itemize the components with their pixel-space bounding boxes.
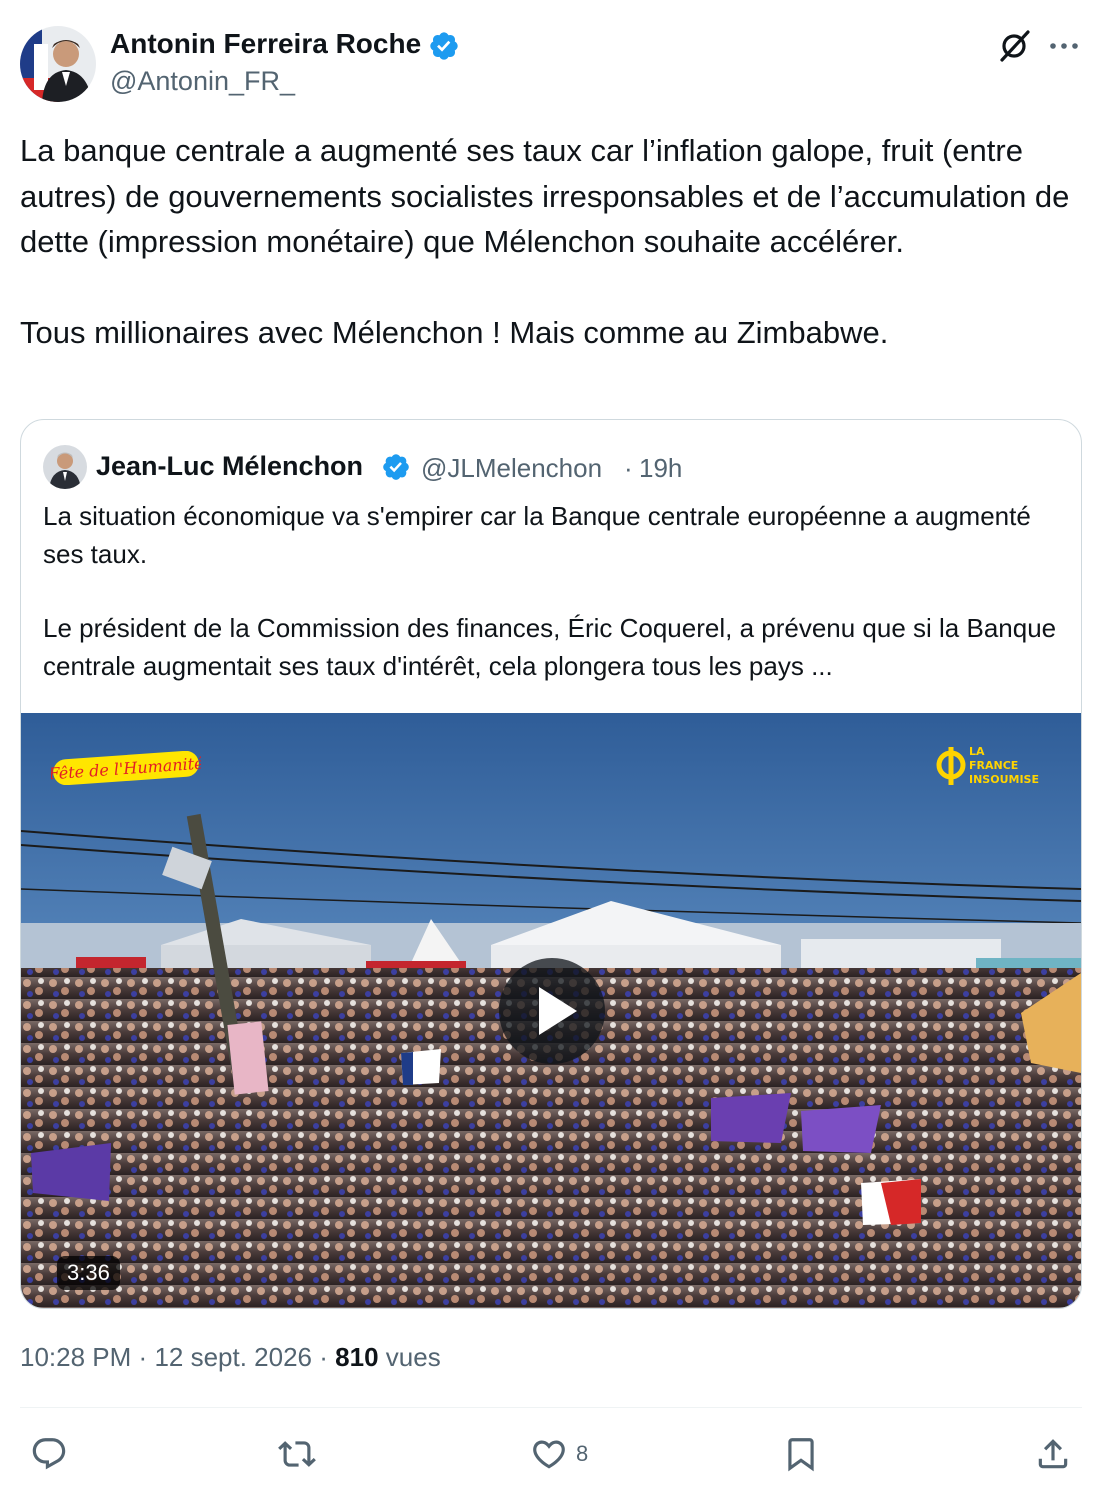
separator-dot: · <box>138 1342 148 1372</box>
tweet-date[interactable]: 12 sept. 2026 <box>154 1342 312 1372</box>
tweet-paragraph: Tous millionaires avec Mélenchon ! Mais … <box>20 314 889 350</box>
retweet-icon <box>278 1441 316 1467</box>
separator-dot: · <box>624 453 633 483</box>
fete-humanite-logo: Fête de l'Humanité <box>47 750 204 786</box>
share-button[interactable] <box>1034 1432 1080 1476</box>
tweet-meta: 10:28 PM · 12 sept. 2026 · 810 vues <box>20 1342 441 1373</box>
verified-badge-icon <box>383 454 409 480</box>
video-duration: 3:36 <box>57 1256 120 1290</box>
grok-icon[interactable] <box>996 28 1032 64</box>
retweet-button[interactable] <box>278 1432 324 1476</box>
tweet-time[interactable]: 10:28 PM <box>20 1342 131 1372</box>
quoted-timestamp[interactable]: 19h <box>639 453 682 484</box>
video-player[interactable]: Fête de l'Humanité LA FRANCE INSOUMISE 3… <box>21 713 1081 1308</box>
quoted-tweet-text: La situation économique va s'empirer car… <box>43 498 1063 685</box>
verified-badge-icon <box>430 32 458 60</box>
quoted-author-avatar[interactable] <box>43 445 87 489</box>
tweet-text: La banque centrale a augmenté ses taux c… <box>20 128 1090 355</box>
like-button[interactable]: 8 <box>530 1432 588 1476</box>
like-count: 8 <box>576 1441 589 1466</box>
tweet-paragraph: La banque centrale a augmenté ses taux c… <box>20 133 1070 259</box>
quoted-author-name[interactable]: Jean-Luc Mélenchon <box>96 451 363 482</box>
author-name[interactable]: Antonin Ferreira Roche <box>110 28 421 60</box>
lfi-logo: LA FRANCE INSOUMISE <box>935 743 1065 789</box>
more-icon[interactable] <box>1046 28 1082 64</box>
quoted-author-handle[interactable]: @JLMelenchon <box>421 453 602 484</box>
svg-text:LA: LA <box>969 745 985 758</box>
quoted-paragraph: Le président de la Commission des financ… <box>43 613 1057 681</box>
quoted-paragraph: La situation économique va s'empirer car… <box>43 501 1031 569</box>
play-button[interactable] <box>499 958 605 1064</box>
divider <box>20 1407 1082 1408</box>
quoted-tweet-card[interactable]: Jean-Luc Mélenchon @JLMelenchon · 19h La… <box>20 419 1082 1309</box>
author-avatar[interactable] <box>20 26 96 102</box>
bookmark-icon <box>788 1438 814 1472</box>
play-icon <box>539 987 577 1035</box>
separator-dot: · <box>319 1342 328 1372</box>
author-handle[interactable]: @Antonin_FR_ <box>110 66 295 97</box>
bookmark-button[interactable] <box>782 1432 828 1476</box>
views-label: vues <box>385 1342 441 1372</box>
share-icon <box>1038 1439 1068 1469</box>
reply-icon <box>32 1438 66 1470</box>
heart-icon <box>533 1440 565 1469</box>
reply-button[interactable] <box>30 1432 76 1476</box>
svg-text:FRANCE: FRANCE <box>969 759 1018 772</box>
svg-text:INSOUMISE: INSOUMISE <box>969 773 1039 786</box>
views-count: 810 <box>335 1342 379 1372</box>
